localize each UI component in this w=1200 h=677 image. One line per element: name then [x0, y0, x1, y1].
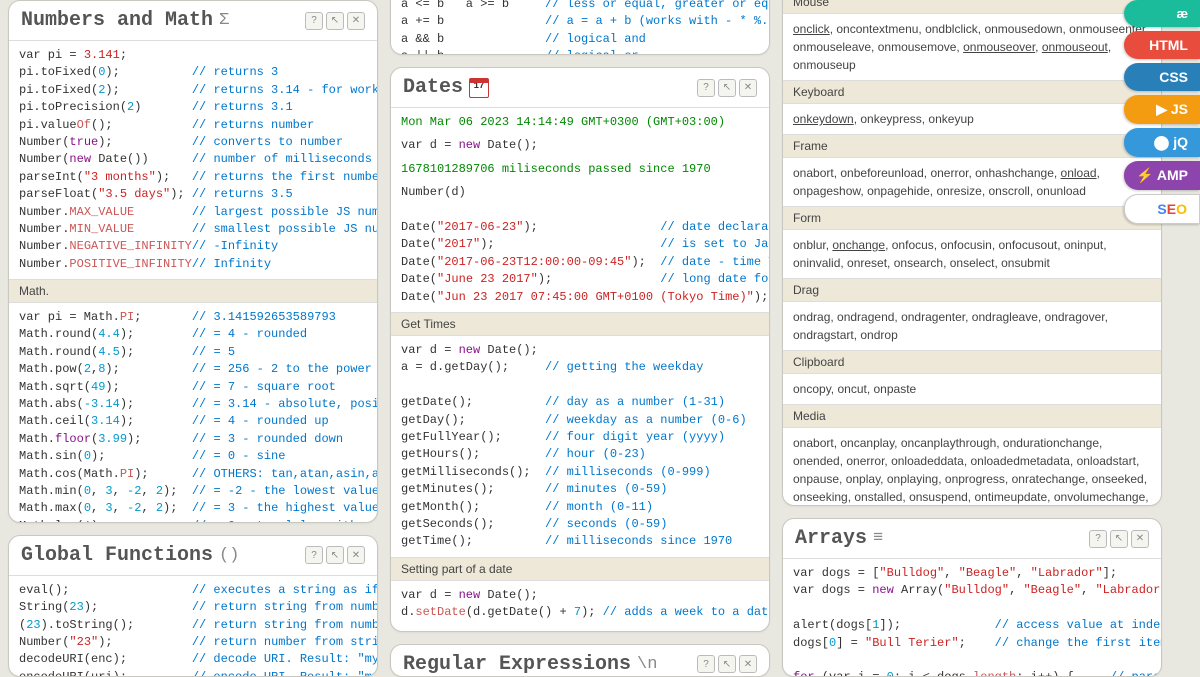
parens-icon: ()	[219, 546, 239, 565]
globals-title: Global Functions	[21, 544, 213, 567]
arrays-title: Arrays	[795, 527, 867, 550]
get-times-section: Get Times	[391, 312, 769, 336]
set-date-section: Setting part of a date	[391, 557, 769, 581]
expand-button[interactable]: ↖	[718, 655, 736, 673]
numbers-math-card: Numbers and Math Σ ? ↖ ✕ var pi = 3.141; …	[8, 0, 378, 523]
clipboard-events: oncopy, oncut, onpaste	[783, 374, 1161, 404]
help-button[interactable]: ?	[697, 79, 715, 97]
tab-js[interactable]: ▶ JS	[1124, 95, 1200, 124]
operators-code: a <= b a >= b // less or equal, greater …	[391, 0, 769, 55]
dates-code-3: var d = new Date(); a = d.getDay(); // g…	[391, 336, 769, 557]
help-button[interactable]: ?	[305, 546, 323, 564]
dates-code-2: Number(d) Date("2017-06-23"); // date de…	[391, 184, 769, 312]
close-button[interactable]: ✕	[347, 12, 365, 30]
drag-events: ondrag, ondragend, ondragenter, ondragle…	[783, 302, 1161, 350]
dates-code-1: var d = new Date();	[391, 137, 769, 160]
help-button[interactable]: ?	[1089, 530, 1107, 548]
tab-ae[interactable]: æ	[1124, 0, 1200, 27]
frame-events: onabort, onbeforeunload, onerror, onhash…	[783, 158, 1161, 206]
frame-section: Frame	[783, 134, 1161, 158]
expand-button[interactable]: ↖	[326, 546, 344, 564]
tab-seo[interactable]: SEO	[1124, 194, 1200, 224]
keyboard-events: onkeydown, onkeypress, onkeyup	[783, 104, 1161, 134]
side-tabs: æ HTML CSS ▶ JS ⬤ jQ ⚡ AMP SEO	[1124, 0, 1200, 224]
form-events: onblur, onchange, onfocus, onfocusin, on…	[783, 230, 1161, 278]
numbers-code-2: var pi = Math.PI; // 3.141592653589793 M…	[9, 303, 377, 523]
tab-amp[interactable]: ⚡ AMP	[1124, 161, 1200, 190]
tab-css[interactable]: CSS	[1124, 63, 1200, 91]
close-button[interactable]: ✕	[1131, 530, 1149, 548]
regex-card: Regular Expressions \n ? ↖ ✕	[390, 644, 770, 677]
mouse-section: Mouse	[783, 0, 1161, 14]
dates-ms: 1678101289706 miliseconds passed since 1…	[391, 161, 769, 184]
numbers-title: Numbers and Math	[21, 9, 213, 32]
dates-now: Mon Mar 06 2023 14:14:49 GMT+0300 (GMT+0…	[391, 108, 769, 137]
expand-button[interactable]: ↖	[718, 79, 736, 97]
expand-button[interactable]: ↖	[326, 12, 344, 30]
tab-html[interactable]: HTML	[1124, 31, 1200, 59]
close-button[interactable]: ✕	[739, 655, 757, 673]
keyboard-section: Keyboard	[783, 80, 1161, 104]
help-button[interactable]: ?	[305, 12, 323, 30]
media-section: Media	[783, 404, 1161, 428]
clipboard-section: Clipboard	[783, 350, 1161, 374]
media-events: onabort, oncanplay, oncanplaythrough, on…	[783, 428, 1161, 506]
numbers-code-1: var pi = 3.141; pi.toFixed(0); // return…	[9, 41, 377, 279]
newline-icon: \n	[637, 655, 657, 674]
drag-section: Drag	[783, 278, 1161, 302]
math-section: Math.	[9, 279, 377, 303]
mouse-events: onclick, oncontextmenu, ondblclick, onmo…	[783, 14, 1161, 80]
globals-code: eval(); // executes a string as if it St…	[9, 576, 377, 677]
sigma-icon: Σ	[219, 11, 229, 30]
close-button[interactable]: ✕	[347, 546, 365, 564]
dates-title: Dates	[403, 76, 463, 99]
regex-title: Regular Expressions	[403, 653, 631, 676]
dates-code-4: var d = new Date(); d.setDate(d.getDate(…	[391, 581, 769, 632]
tab-jq[interactable]: ⬤ jQ	[1124, 128, 1200, 157]
events-card: Mouse onclick, oncontextmenu, ondblclick…	[782, 0, 1162, 506]
form-section: Form	[783, 206, 1161, 230]
close-button[interactable]: ✕	[739, 79, 757, 97]
calendar-icon: 17	[469, 78, 489, 98]
arrays-code: var dogs = ["Bulldog", "Beagle", "Labrad…	[783, 559, 1161, 677]
arrays-card: Arrays ≡ ? ↖ ✕ var dogs = ["Bulldog", "Be…	[782, 518, 1162, 677]
list-icon: ≡	[873, 529, 883, 548]
expand-button[interactable]: ↖	[1110, 530, 1128, 548]
dates-card: Dates 17 ? ↖ ✕ Mon Mar 06 2023 14:14:49 G…	[390, 67, 770, 631]
global-functions-card: Global Functions () ? ↖ ✕ eval(); // exec…	[8, 535, 378, 677]
operators-card-fragment: a <= b a >= b // less or equal, greater …	[390, 0, 770, 55]
help-button[interactable]: ?	[697, 655, 715, 673]
